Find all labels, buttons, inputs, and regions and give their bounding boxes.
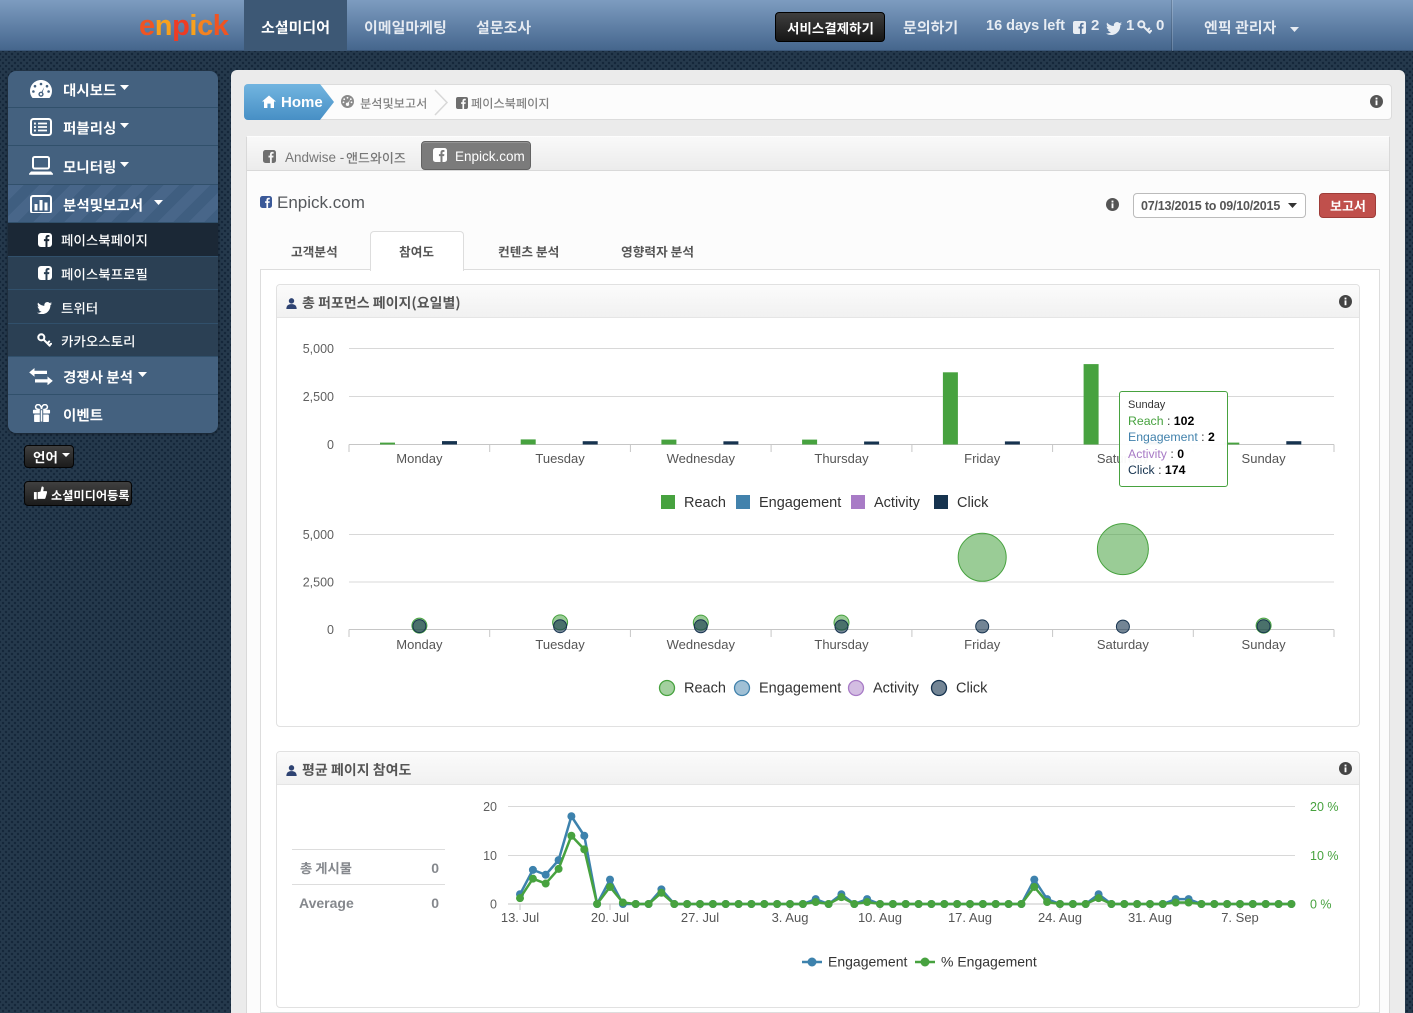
svg-text:Engagement: Engagement [828, 954, 908, 970]
svg-text:7. Sep: 7. Sep [1221, 910, 1259, 925]
svg-text:10 %: 10 % [1310, 849, 1339, 863]
svg-text:Wednesday: Wednesday [667, 451, 736, 466]
svg-text:Reach: Reach [684, 680, 726, 696]
svg-text:24. Aug: 24. Aug [1038, 910, 1082, 925]
svg-text:Tuesday: Tuesday [535, 637, 585, 652]
svg-text:Click: Click [957, 495, 989, 511]
svg-text:5,000: 5,000 [303, 528, 334, 542]
svg-text:Thursday: Thursday [814, 637, 869, 652]
svg-text:20 %: 20 % [1310, 800, 1339, 814]
svg-text:10. Aug: 10. Aug [858, 910, 902, 925]
svg-text:Sunday: Sunday [1242, 637, 1287, 652]
svg-text:17. Aug: 17. Aug [948, 910, 992, 925]
svg-text:20: 20 [483, 800, 497, 814]
svg-text:5,000: 5,000 [303, 342, 334, 356]
svg-text:Thursday: Thursday [814, 451, 869, 466]
svg-text:Monday: Monday [396, 637, 443, 652]
svg-text:10: 10 [483, 849, 497, 863]
svg-text:% Engagement: % Engagement [941, 954, 1037, 970]
svg-text:0: 0 [327, 438, 334, 452]
svg-text:Reach: Reach [684, 495, 726, 511]
svg-text:Engagement: Engagement [759, 680, 841, 696]
svg-text:0 %: 0 % [1310, 898, 1332, 912]
svg-text:Activity: Activity [874, 495, 921, 511]
svg-text:Tuesday: Tuesday [535, 451, 585, 466]
svg-text:3. Aug: 3. Aug [772, 910, 809, 925]
svg-text:Friday: Friday [964, 637, 1001, 652]
svg-text:13. Jul: 13. Jul [501, 910, 539, 925]
svg-text:Saturday: Saturday [1097, 637, 1150, 652]
svg-text:Click: Click [956, 680, 988, 696]
svg-text:Monday: Monday [396, 451, 443, 466]
svg-text:Engagement: Engagement [759, 495, 841, 511]
svg-text:2,500: 2,500 [303, 390, 334, 404]
svg-text:2,500: 2,500 [303, 575, 334, 589]
svg-text:Friday: Friday [964, 451, 1001, 466]
svg-text:31. Aug: 31. Aug [1128, 910, 1172, 925]
svg-text:20. Jul: 20. Jul [591, 910, 629, 925]
svg-text:27. Jul: 27. Jul [681, 910, 719, 925]
svg-text:Activity: Activity [873, 680, 920, 696]
svg-text:0: 0 [490, 898, 497, 912]
svg-text:Wednesday: Wednesday [667, 637, 736, 652]
svg-text:0: 0 [327, 623, 334, 637]
svg-text:Sunday: Sunday [1242, 451, 1287, 466]
